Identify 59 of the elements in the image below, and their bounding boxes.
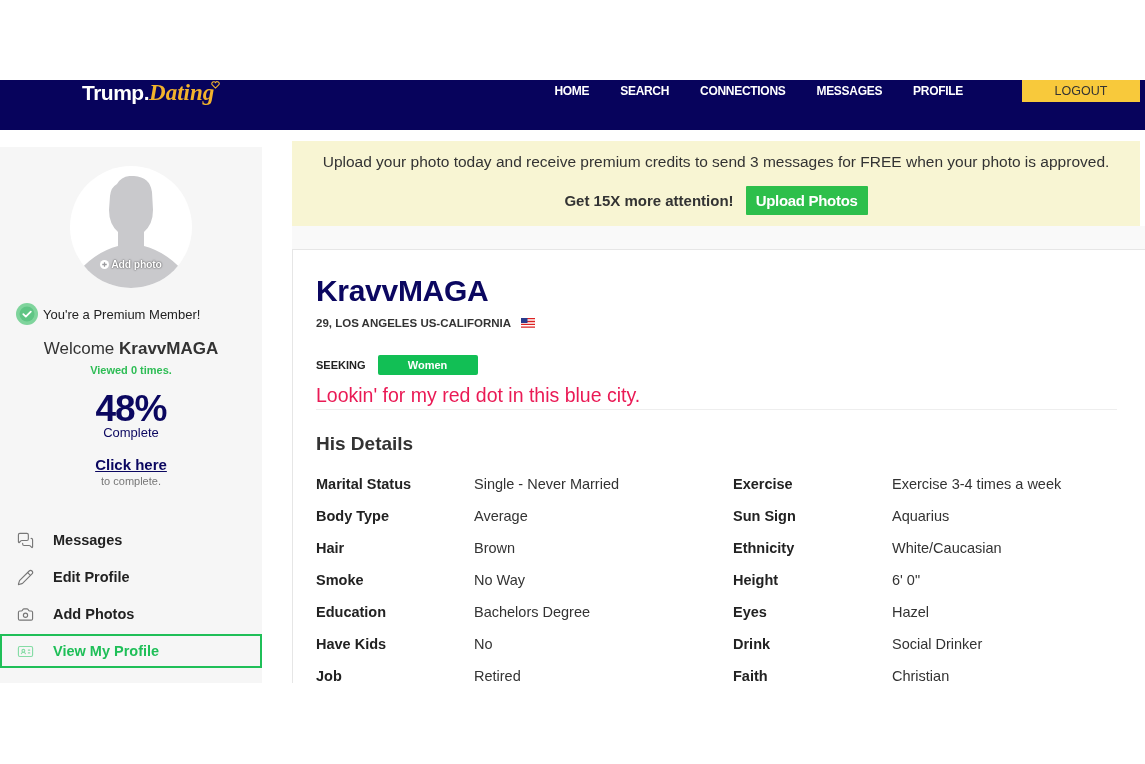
completion-hint: to complete. [101, 474, 161, 488]
complete-profile-link[interactable]: Click here [95, 456, 167, 474]
detail-value: Brown [474, 540, 516, 556]
seeking-badge: Women [377, 355, 478, 375]
nav-link[interactable]: CONNECTIONS [700, 84, 786, 98]
welcome-message: Welcome KravvMAGA [43, 338, 219, 360]
details-heading: His Details [316, 432, 415, 456]
detail-value: No Way [474, 572, 526, 588]
detail-value: Single - Never Married [474, 476, 620, 492]
detail-label: Education [316, 604, 387, 620]
detail-label: Exercise [733, 476, 793, 492]
detail-value: Hazel [892, 604, 930, 620]
detail-label: Hair [316, 540, 345, 556]
detail-label: Drink [733, 636, 771, 652]
detail-label: Ethnicity [733, 540, 795, 556]
completion-percent: 48% [95, 392, 167, 426]
chat-bubbles-icon [17, 531, 34, 549]
detail-label: Marital Status [316, 476, 412, 492]
detail-value: 6' 0" [892, 572, 921, 588]
logout-button[interactable]: LOGOUT [1022, 80, 1140, 102]
attention-prompt: Get 15X more attention! [564, 192, 734, 209]
sidebar-menu-item[interactable]: Messages [0, 523, 262, 557]
nav-link[interactable]: PROFILE [913, 84, 963, 98]
nav-link[interactable]: HOME [554, 84, 590, 98]
seeking-label: SEEKING [316, 359, 366, 371]
pencil-icon [17, 568, 34, 586]
detail-label: Height [733, 572, 779, 588]
detail-label: Sun Sign [733, 508, 796, 524]
detail-label: Have Kids [316, 636, 387, 652]
detail-value: Retired [474, 668, 521, 683]
detail-label: Body Type [316, 508, 390, 524]
detail-label: Job [316, 668, 342, 683]
site-logo[interactable]: Trump.Dating [82, 80, 221, 108]
sidebar-menu-item[interactable]: Edit Profile [0, 560, 262, 594]
nav-link[interactable]: SEARCH [620, 84, 670, 98]
sidebar-menu-item[interactable]: Add Photos [0, 597, 262, 631]
detail-label: Eyes [733, 604, 767, 620]
detail-value: Average [474, 508, 528, 524]
detail-value: Aquarius [892, 508, 950, 524]
check-badge-icon [16, 303, 38, 325]
detail-value: Christian [892, 668, 950, 683]
detail-value: Bachelors Degree [474, 604, 591, 620]
banner-message: Upload your photo today and receive premium credits to send 3 messages for FREE when your photo is approved. [322, 152, 1110, 172]
profile-location: 29, LOS ANGELES US-CALIFORNIA [316, 317, 512, 329]
profile-tagline: Lookin' for my red dot in this blue city. [316, 383, 642, 407]
detail-value: Social Drinker [892, 636, 983, 652]
nav-link[interactable]: MESSAGES [816, 84, 883, 98]
detail-label: Smoke [316, 572, 364, 588]
view-count: Viewed 0 times. [90, 363, 172, 377]
detail-value: White/Caucasian [892, 540, 1002, 556]
completion-label: Complete [103, 426, 159, 440]
camera-icon [17, 605, 34, 623]
profile-username: KravvMAGA [316, 274, 490, 308]
plus-circle-icon [100, 259, 110, 269]
membership-status: You're a Premium Member! [43, 306, 201, 322]
flag-icon [521, 318, 536, 328]
detail-value: No [474, 636, 493, 652]
detail-value: Exercise 3-4 times a week [892, 476, 1062, 492]
detail-label: Faith [733, 668, 768, 683]
